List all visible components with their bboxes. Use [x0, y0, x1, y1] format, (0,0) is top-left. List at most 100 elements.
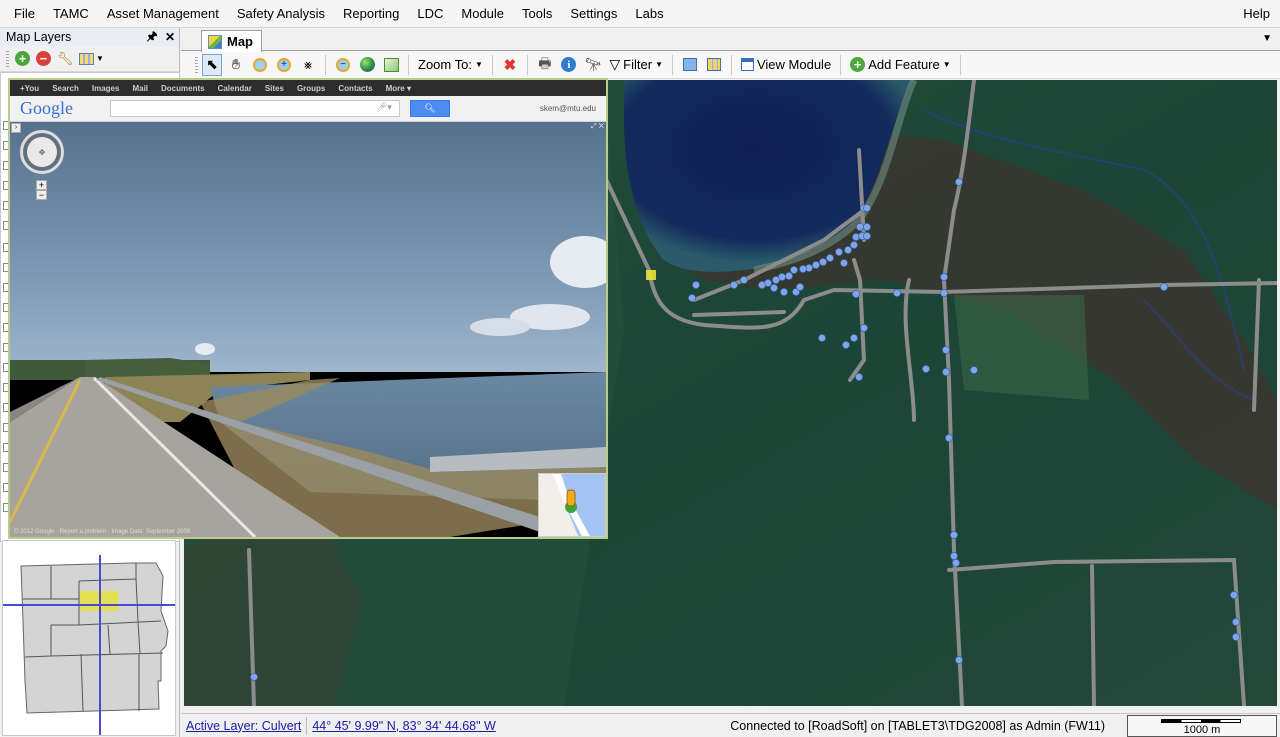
culvert-point[interactable]: [922, 365, 930, 373]
search-input[interactable]: [110, 100, 400, 117]
coordinates-link[interactable]: 44° 45' 9.99" N, 83° 34' 44.68" W: [307, 719, 500, 733]
google-bar-link[interactable]: Images: [92, 84, 120, 93]
culvert-point[interactable]: [785, 272, 793, 280]
zoom-to-dropdown[interactable]: Zoom To: ▼: [416, 54, 485, 76]
filter-dropdown[interactable]: ▽ Filter ▼: [607, 54, 665, 76]
zoom-in-button[interactable]: +: [36, 180, 47, 190]
add-layer-icon[interactable]: +: [15, 51, 30, 66]
clear-selection-button[interactable]: ✖: [500, 54, 520, 76]
toolbar-grip[interactable]: [6, 50, 9, 67]
overview-map[interactable]: [2, 540, 176, 736]
google-bar-link[interactable]: Contacts: [338, 84, 372, 93]
menu-file[interactable]: File: [0, 0, 44, 28]
full-extent-button[interactable]: [357, 54, 377, 76]
street-view-window[interactable]: +You Search Images Mail Documents Calend…: [8, 78, 608, 539]
culvert-point[interactable]: [863, 204, 871, 212]
active-layer-link[interactable]: Active Layer: Culvert: [181, 719, 306, 733]
microphone-icon[interactable]: 🎤︎▾: [376, 102, 392, 113]
culvert-point[interactable]: [844, 246, 852, 254]
culvert-point[interactable]: [850, 241, 858, 249]
tab-map[interactable]: Map: [201, 30, 262, 52]
culvert-point[interactable]: [812, 261, 820, 269]
culvert-point[interactable]: [819, 258, 827, 266]
remove-layer-icon[interactable]: −: [36, 51, 51, 66]
menu-labs[interactable]: Labs: [626, 0, 672, 28]
zoom-tool-button[interactable]: [250, 54, 270, 76]
culvert-point[interactable]: [1160, 283, 1168, 291]
menu-asset-management[interactable]: Asset Management: [98, 0, 228, 28]
street-view-photo[interactable]: © 2012 Google · Report a problem · Image…: [10, 122, 606, 537]
culvert-point[interactable]: [863, 232, 871, 240]
zoom-out-button[interactable]: −: [36, 190, 47, 200]
pin-icon[interactable]: 🖈︎: [143, 27, 161, 48]
close-icon[interactable]: ✕: [161, 30, 179, 44]
culvert-point[interactable]: [730, 281, 738, 289]
zoom-out-button[interactable]: −: [333, 54, 353, 76]
culvert-point[interactable]: [840, 259, 848, 267]
culvert-point[interactable]: [770, 284, 778, 292]
google-bar-link[interactable]: Sites: [265, 84, 284, 93]
culvert-point[interactable]: [758, 281, 766, 289]
add-feature-dropdown[interactable]: + Add Feature ▼: [848, 54, 952, 76]
navigation-compass[interactable]: ✥: [20, 130, 64, 174]
culvert-point[interactable]: [950, 552, 958, 560]
export-map-button[interactable]: [381, 54, 401, 76]
culvert-point[interactable]: [945, 434, 953, 442]
menu-tools[interactable]: Tools: [513, 0, 561, 28]
search-button[interactable]: 🔍︎: [410, 100, 450, 117]
info-button[interactable]: i: [559, 54, 579, 76]
toolbar-grip[interactable]: [195, 56, 198, 73]
culvert-point[interactable]: [952, 559, 960, 567]
culvert-point[interactable]: [772, 276, 780, 284]
google-bar-link[interactable]: +You: [20, 84, 39, 93]
culvert-point[interactable]: [842, 341, 850, 349]
culvert-point[interactable]: [863, 223, 871, 231]
google-bar-link[interactable]: Mail: [132, 84, 148, 93]
pan-control-icon[interactable]: ✥: [27, 137, 57, 167]
culvert-point[interactable]: [955, 178, 963, 186]
menu-safety-analysis[interactable]: Safety Analysis: [228, 0, 334, 28]
culvert-point[interactable]: [796, 283, 804, 291]
grid-view-button[interactable]: [704, 54, 724, 76]
menu-help[interactable]: Help: [1234, 0, 1280, 28]
zoom-in-button[interactable]: +: [274, 54, 294, 76]
google-bar-link[interactable]: Calendar: [218, 84, 252, 93]
view-module-button[interactable]: View Module: [739, 54, 833, 76]
find-button[interactable]: 🔭︎: [583, 54, 604, 76]
culvert-point[interactable]: [692, 281, 700, 289]
culvert-point[interactable]: [740, 276, 748, 284]
pan-tool-button[interactable]: ✋︎: [226, 54, 246, 76]
menu-settings[interactable]: Settings: [561, 0, 626, 28]
culvert-point[interactable]: [970, 366, 978, 374]
culvert-point[interactable]: [1232, 618, 1240, 626]
tab-list-dropdown-icon[interactable]: ▼: [1262, 33, 1272, 44]
menu-module[interactable]: Module: [452, 0, 513, 28]
culvert-point[interactable]: [852, 290, 860, 298]
culvert-point[interactable]: [780, 288, 788, 296]
culvert-point[interactable]: [942, 368, 950, 376]
google-bar-link[interactable]: Search: [52, 84, 79, 93]
culvert-point[interactable]: [250, 673, 258, 681]
expand-panel-button[interactable]: ›: [11, 123, 21, 133]
measure-tool-button[interactable]: ⨳: [298, 54, 318, 76]
culvert-point[interactable]: [940, 289, 948, 297]
culvert-point[interactable]: [893, 289, 901, 297]
google-bar-link[interactable]: Documents: [161, 84, 205, 93]
print-button[interactable]: 🖶︎: [535, 54, 555, 76]
google-bar-link[interactable]: Groups: [297, 84, 325, 93]
culvert-point[interactable]: [818, 334, 826, 342]
layer-view-icon[interactable]: ▼: [79, 52, 104, 65]
culvert-point[interactable]: [1230, 591, 1238, 599]
google-bar-link[interactable]: More ▾: [386, 84, 411, 93]
culvert-point[interactable]: [856, 223, 864, 231]
account-email[interactable]: skem@mtu.edu: [540, 104, 596, 113]
culvert-point[interactable]: [790, 266, 798, 274]
culvert-point[interactable]: [688, 294, 696, 302]
culvert-point[interactable]: [826, 254, 834, 262]
culvert-point[interactable]: [940, 273, 948, 281]
culvert-point[interactable]: [799, 265, 807, 273]
culvert-point[interactable]: [950, 531, 958, 539]
culvert-point[interactable]: [860, 324, 868, 332]
culvert-point[interactable]: [835, 248, 843, 256]
menu-tamc[interactable]: TAMC: [44, 0, 98, 28]
